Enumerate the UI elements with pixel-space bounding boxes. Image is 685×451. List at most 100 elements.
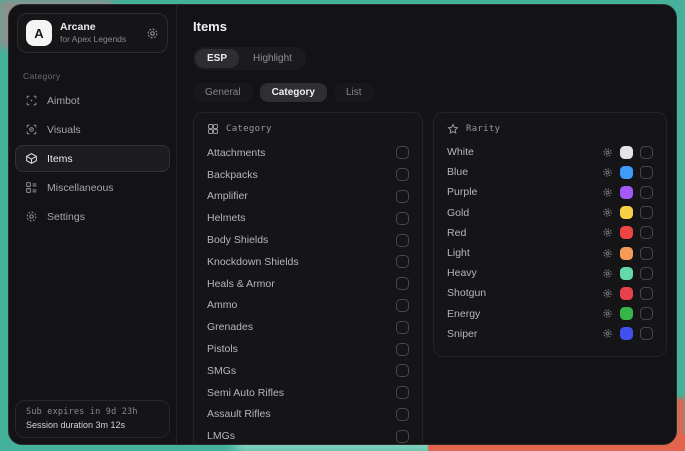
sidebar-item-label: Visuals bbox=[47, 124, 81, 136]
rarity-color-swatch[interactable] bbox=[620, 186, 633, 199]
rarity-color-swatch[interactable] bbox=[620, 267, 633, 280]
esp-highlight-toggle: ESP Highlight bbox=[193, 47, 306, 70]
rarity-color-swatch[interactable] bbox=[620, 327, 633, 340]
sidebar-item-visuals[interactable]: Visuals bbox=[15, 116, 170, 143]
rarity-color-swatch[interactable] bbox=[620, 166, 633, 179]
category-checkbox[interactable] bbox=[396, 146, 409, 159]
category-checkbox[interactable] bbox=[396, 277, 409, 290]
rarity-checkbox[interactable] bbox=[640, 226, 653, 239]
rarity-settings-icon[interactable] bbox=[602, 328, 613, 339]
rarity-checkbox[interactable] bbox=[640, 186, 653, 199]
category-row: Heals & Armor bbox=[207, 273, 409, 295]
rarity-settings-icon[interactable] bbox=[602, 288, 613, 299]
rarity-row: Gold bbox=[447, 203, 653, 223]
category-row: Attachments bbox=[207, 142, 409, 164]
rarity-row: Blue bbox=[447, 162, 653, 182]
category-checkbox[interactable] bbox=[396, 190, 409, 203]
tab-general[interactable]: General bbox=[193, 83, 253, 102]
category-checkbox[interactable] bbox=[396, 321, 409, 334]
tab-category[interactable]: Category bbox=[260, 83, 327, 102]
rarity-row: Red bbox=[447, 223, 653, 243]
rarity-panel-title: Rarity bbox=[466, 124, 500, 134]
sidebar: A Arcane for Apex Legends Category bbox=[9, 5, 177, 444]
rarity-settings-icon[interactable] bbox=[602, 207, 613, 218]
toggle-option-highlight[interactable]: Highlight bbox=[241, 49, 304, 68]
grid-icon bbox=[207, 123, 219, 135]
rarity-checkbox[interactable] bbox=[640, 287, 653, 300]
sidebar-item-settings[interactable]: Settings bbox=[15, 203, 170, 230]
sidebar-item-miscellaneous[interactable]: Miscellaneous bbox=[15, 174, 170, 201]
category-row: Helmets bbox=[207, 207, 409, 229]
category-checkbox[interactable] bbox=[396, 386, 409, 399]
rarity-checkbox[interactable] bbox=[640, 247, 653, 260]
rarity-settings-icon[interactable] bbox=[602, 227, 613, 238]
rarity-row: Light bbox=[447, 243, 653, 263]
rarity-row: Energy bbox=[447, 304, 653, 324]
category-row: Grenades bbox=[207, 316, 409, 338]
rarity-checkbox[interactable] bbox=[640, 146, 653, 159]
category-row: Knockdown Shields bbox=[207, 251, 409, 273]
category-row: Ammo bbox=[207, 295, 409, 317]
category-checkbox[interactable] bbox=[396, 168, 409, 181]
category-row: Semi Auto Rifles bbox=[207, 382, 409, 404]
brand-card: A Arcane for Apex Legends bbox=[17, 13, 168, 53]
star-icon bbox=[447, 123, 459, 135]
category-checkbox[interactable] bbox=[396, 408, 409, 421]
rarity-checkbox[interactable] bbox=[640, 206, 653, 219]
rarity-row: Purple bbox=[447, 182, 653, 202]
rarity-settings-icon[interactable] bbox=[602, 147, 613, 158]
rarity-row: Sniper bbox=[447, 324, 653, 344]
items-tabs: General Category List bbox=[193, 83, 667, 102]
category-panel-title: Category bbox=[226, 124, 272, 134]
category-row: LMGs bbox=[207, 425, 409, 444]
rarity-checkbox[interactable] bbox=[640, 267, 653, 280]
rarity-row: White bbox=[447, 142, 653, 162]
category-checkbox[interactable] bbox=[396, 299, 409, 312]
session-duration-text: Session duration 3m 12s bbox=[26, 420, 159, 430]
sidebar-nav: Aimbot Visuals Items bbox=[9, 87, 176, 230]
category-row: Assault Rifles bbox=[207, 404, 409, 426]
rarity-settings-icon[interactable] bbox=[602, 248, 613, 259]
rarity-color-swatch[interactable] bbox=[620, 307, 633, 320]
rarity-color-swatch[interactable] bbox=[620, 146, 633, 159]
sidebar-item-label: Settings bbox=[47, 211, 85, 223]
rarity-color-swatch[interactable] bbox=[620, 287, 633, 300]
rarity-color-swatch[interactable] bbox=[620, 247, 633, 260]
subscription-status-card: Sub expires in 9d 23h Session duration 3… bbox=[15, 400, 170, 438]
sidebar-item-items[interactable]: Items bbox=[15, 145, 170, 172]
sidebar-item-label: Items bbox=[47, 153, 73, 165]
category-checkbox[interactable] bbox=[396, 364, 409, 377]
package-icon bbox=[25, 152, 38, 165]
category-row: SMGs bbox=[207, 360, 409, 382]
main-content: Items ESP Highlight General Category Lis… bbox=[177, 5, 676, 444]
rarity-checkbox[interactable] bbox=[640, 327, 653, 340]
category-panel: Category Attachments Backpacks Amplifier… bbox=[193, 112, 423, 444]
category-row: Amplifier bbox=[207, 186, 409, 208]
rarity-checkbox[interactable] bbox=[640, 166, 653, 179]
rarity-checkbox[interactable] bbox=[640, 307, 653, 320]
rarity-color-swatch[interactable] bbox=[620, 206, 633, 219]
rarity-settings-icon[interactable] bbox=[602, 308, 613, 319]
rarity-panel: Rarity White Blue Purple Gold bbox=[433, 112, 667, 357]
gear-icon bbox=[25, 210, 38, 223]
toggle-option-esp[interactable]: ESP bbox=[195, 49, 239, 68]
category-checkbox[interactable] bbox=[396, 430, 409, 443]
sidebar-item-aimbot[interactable]: Aimbot bbox=[15, 87, 170, 114]
brand-name: Arcane bbox=[60, 21, 138, 34]
eye-scan-icon bbox=[25, 123, 38, 136]
category-checkbox[interactable] bbox=[396, 255, 409, 268]
sidebar-item-label: Aimbot bbox=[47, 95, 80, 107]
app-window: A Arcane for Apex Legends Category bbox=[8, 4, 677, 445]
category-checkbox[interactable] bbox=[396, 234, 409, 247]
rarity-color-swatch[interactable] bbox=[620, 226, 633, 239]
desktop-background-orange-edge bbox=[676, 398, 685, 451]
layout-list-icon bbox=[25, 181, 38, 194]
rarity-settings-icon[interactable] bbox=[602, 187, 613, 198]
rarity-settings-icon[interactable] bbox=[602, 167, 613, 178]
category-checkbox[interactable] bbox=[396, 212, 409, 225]
category-checkbox[interactable] bbox=[396, 343, 409, 356]
page-title: Items bbox=[193, 19, 667, 34]
rarity-settings-icon[interactable] bbox=[602, 268, 613, 279]
brand-gear-icon[interactable] bbox=[146, 27, 159, 40]
tab-list[interactable]: List bbox=[334, 83, 374, 102]
